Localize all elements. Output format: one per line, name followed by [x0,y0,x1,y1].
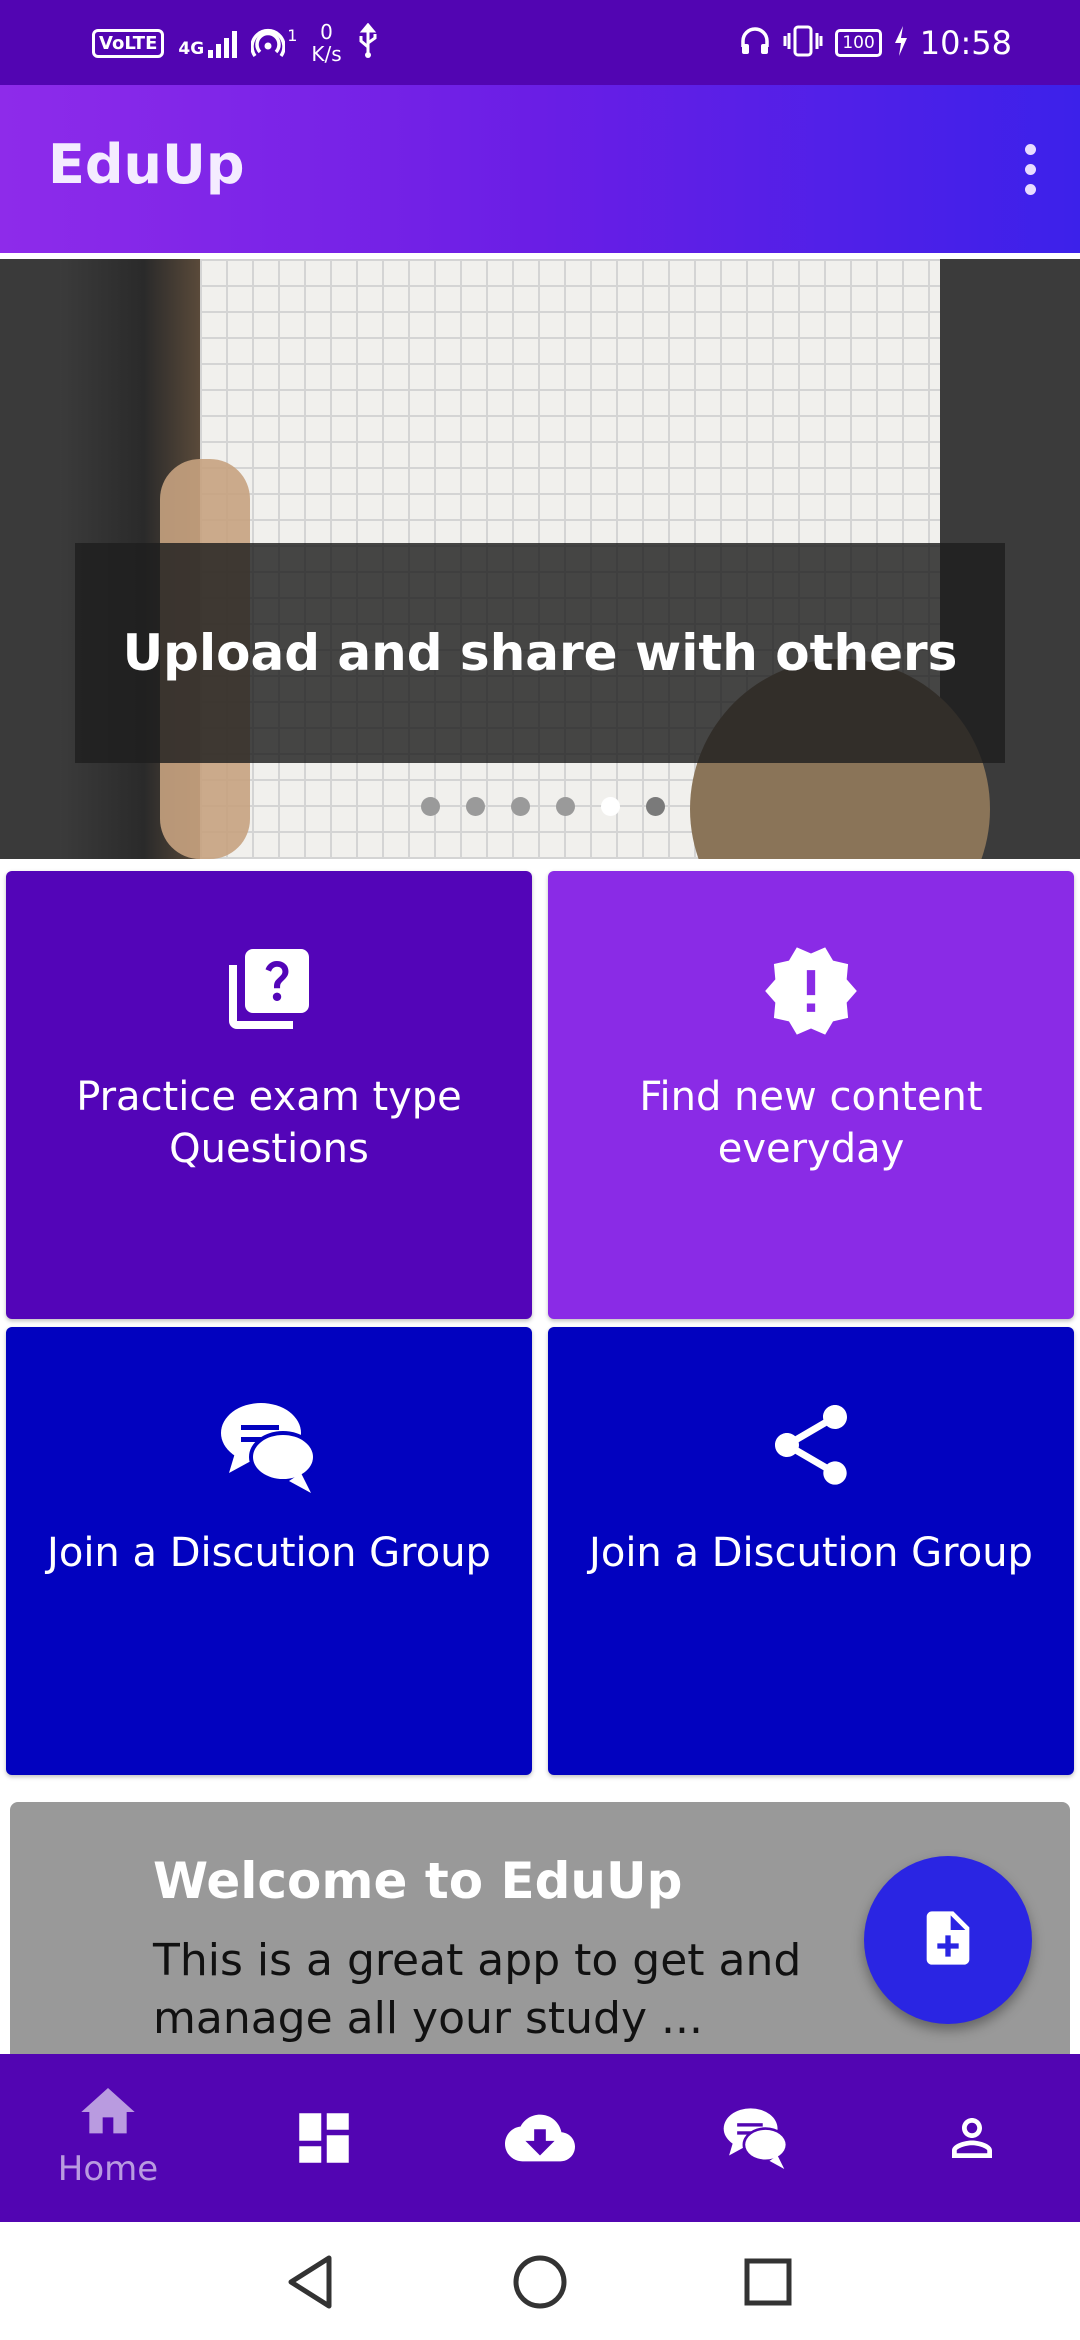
clock: 10:58 [919,24,1012,62]
status-right: 100 10:58 [739,16,1012,70]
carousel-dot[interactable] [466,797,485,816]
nav-profile[interactable] [864,2054,1080,2222]
carousel-caption-box: Upload and share with others [75,543,1005,763]
more-vert-icon[interactable] [1000,129,1060,209]
person-icon [937,2103,1007,2173]
nav-label: Home [57,2149,159,2189]
tile-label: Find new content everyday [639,1074,983,1172]
carousel-indicator[interactable] [0,797,1080,817]
carousel-caption: Upload and share with others [122,624,958,682]
tile-practice-questions[interactable]: Practice exam type Questions [6,871,532,1319]
nav-home[interactable]: Home [0,2054,216,2222]
tile-discussion-group[interactable]: Join a Discution Group [6,1327,532,1775]
recents-icon[interactable] [736,2250,800,2314]
system-navigation-bar [0,2222,1080,2340]
nav-dashboard[interactable] [216,2054,432,2222]
quiz-icon [6,941,532,1041]
add-note-button[interactable] [864,1856,1032,2024]
back-icon[interactable] [278,2250,342,2314]
network-type: 4G [178,39,205,59]
network-speed: 0 K/s [311,21,341,65]
charging-icon [894,26,908,60]
headphones-icon [739,25,771,61]
tile-new-content[interactable]: Find new content everyday [548,871,1074,1319]
nav-downloads[interactable] [432,2054,648,2222]
new-releases-icon [548,941,1074,1041]
speed-value: 0 [320,20,333,44]
image-carousel[interactable]: Upload and share with others [0,259,1080,859]
app-title: EduUp [48,133,245,196]
nav-chat[interactable] [648,2054,864,2222]
tile-label: Join a Discution Group [47,1530,491,1576]
volte-icon: VoLTE [92,28,165,58]
bottom-navigation: Home [0,2054,1080,2222]
app-bar: EduUp [0,85,1080,253]
carousel-dot-active[interactable] [601,797,620,816]
home-icon [73,2077,143,2147]
tile-label: Practice exam type Questions [76,1074,462,1172]
tile-label: Join a Discution Group [589,1530,1033,1576]
hotspot-count: 1 [287,26,298,45]
welcome-body: This is a great app to get and manage al… [153,1935,802,2044]
status-bar: VoLTE 4G 1 0 K/s 100 10:58 [0,0,1080,85]
carousel-dot[interactable] [556,797,575,816]
share-icon [548,1397,1074,1497]
status-left: VoLTE 4G 1 0 K/s [92,16,380,70]
hotspot-icon: 1 [251,26,297,60]
carousel-dot[interactable] [511,797,530,816]
tile-share-group[interactable]: Join a Discution Group [548,1327,1074,1775]
welcome-title: Welcome to EduUp [153,1852,683,1910]
carousel-dot[interactable] [421,797,440,816]
dashboard-icon [289,2103,359,2173]
vibrate-icon [783,24,823,62]
usb-icon [356,22,380,63]
chat-icon [721,2103,791,2173]
forum-icon [6,1397,532,1497]
home-circle-icon[interactable] [508,2250,572,2314]
carousel-dot[interactable] [646,797,665,816]
speed-unit: K/s [311,42,342,66]
note-add-icon [916,1906,980,1974]
cloud-download-icon [505,2103,575,2173]
signal-icon: 4G [178,28,238,59]
battery-icon: 100 [835,29,882,57]
